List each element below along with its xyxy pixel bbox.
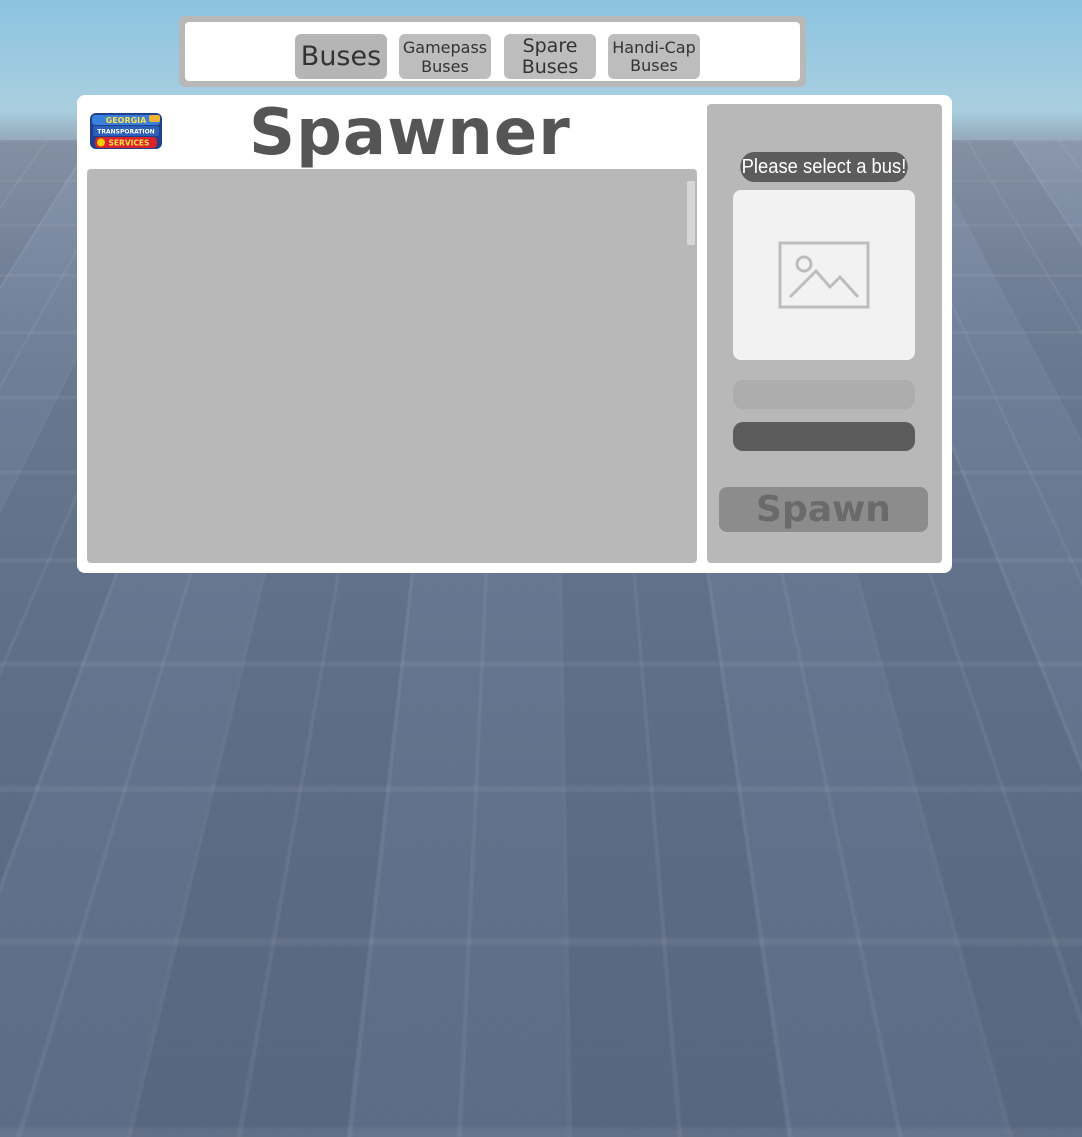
bus-list[interactable] <box>87 169 697 563</box>
tab-spare-buses[interactable]: Spare Buses <box>504 34 596 79</box>
svg-text:GEORGIA: GEORGIA <box>106 116 148 125</box>
svg-text:TRANSPORATION: TRANSPORATION <box>97 129 154 136</box>
spawn-button[interactable]: Spawn <box>719 487 928 532</box>
bus-preview <box>733 190 915 360</box>
tab-bar: Buses Gamepass Buses Spare Buses Handi-C… <box>179 16 806 87</box>
scrollbar-thumb[interactable] <box>687 181 695 245</box>
bus-details-sidebar: Please select a bus! Spawn <box>707 104 942 563</box>
tab-bar-inner: Buses Gamepass Buses Spare Buses Handi-C… <box>185 22 800 81</box>
select-bus-label: Please select a bus! <box>740 152 908 182</box>
tab-handicap-buses[interactable]: Handi-Cap Buses <box>608 34 700 79</box>
bus-name-bar <box>733 380 915 409</box>
spawner-panel: GEORGIA TRANSPORATION SERVICES Spawner P… <box>77 95 952 573</box>
georgia-transportation-logo-icon: GEORGIA TRANSPORATION SERVICES <box>90 113 162 149</box>
tab-buses[interactable]: Buses <box>295 34 387 79</box>
tab-gamepass-buses[interactable]: Gamepass Buses <box>399 34 491 79</box>
bus-info-bar <box>733 422 915 451</box>
page-title: Spawner <box>249 96 571 170</box>
svg-text:SERVICES: SERVICES <box>109 139 150 148</box>
image-placeholder-icon <box>778 241 870 309</box>
